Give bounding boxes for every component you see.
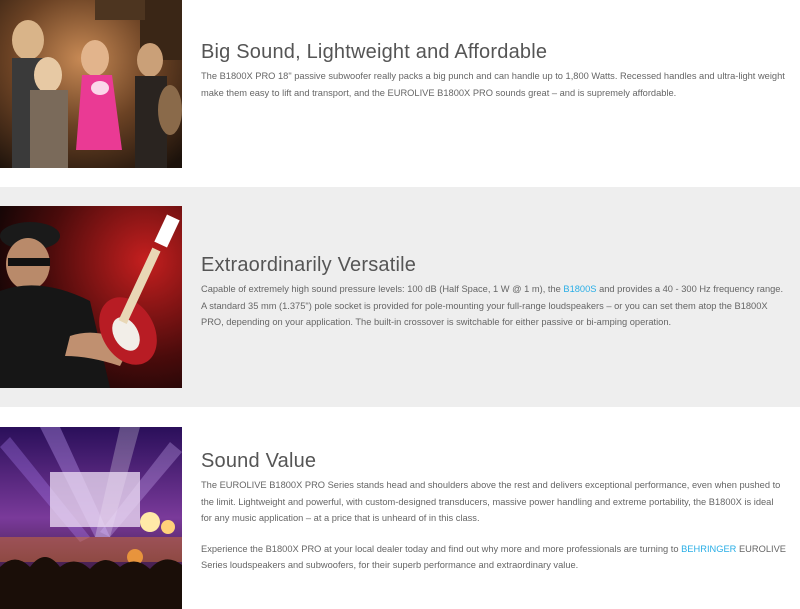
guitarist-photo bbox=[0, 206, 182, 388]
party-crowd-photo bbox=[0, 0, 182, 168]
concert-stage-photo bbox=[0, 427, 182, 609]
behringer-link[interactable]: BEHRINGER bbox=[681, 544, 736, 554]
section-title-2: Extraordinarily Versatile bbox=[201, 254, 417, 276]
section-body-3: The EUROLIVE B1800X PRO Series stands he… bbox=[201, 480, 781, 523]
b1800s-link[interactable]: B1800S bbox=[563, 284, 596, 294]
feature-section-1: Big Sound, Lightweight and Affordable Th… bbox=[0, 0, 800, 185]
feature-section-2: Extraordinarily Versatile Capable of ext… bbox=[0, 187, 800, 407]
section-body-2-part-1: Capable of extremely high sound pressure… bbox=[201, 284, 564, 294]
section-body-3b: Experience the B1800X PRO at your local … bbox=[201, 541, 786, 574]
section-title-3: Sound Value bbox=[201, 450, 317, 472]
section-title-1: Big Sound, Lightweight and Affordable bbox=[201, 41, 548, 63]
feature-section-3: Sound Value The EUROLIVE B1800X PRO Seri… bbox=[0, 407, 800, 609]
section-body-2: Capable of extremely high sound pressure… bbox=[201, 281, 786, 331]
section-body-3b-part-1: Experience the B1800X PRO at your local … bbox=[201, 543, 682, 554]
section-body-1: The B1800X PRO 18" passive subwoofer rea… bbox=[201, 71, 785, 98]
